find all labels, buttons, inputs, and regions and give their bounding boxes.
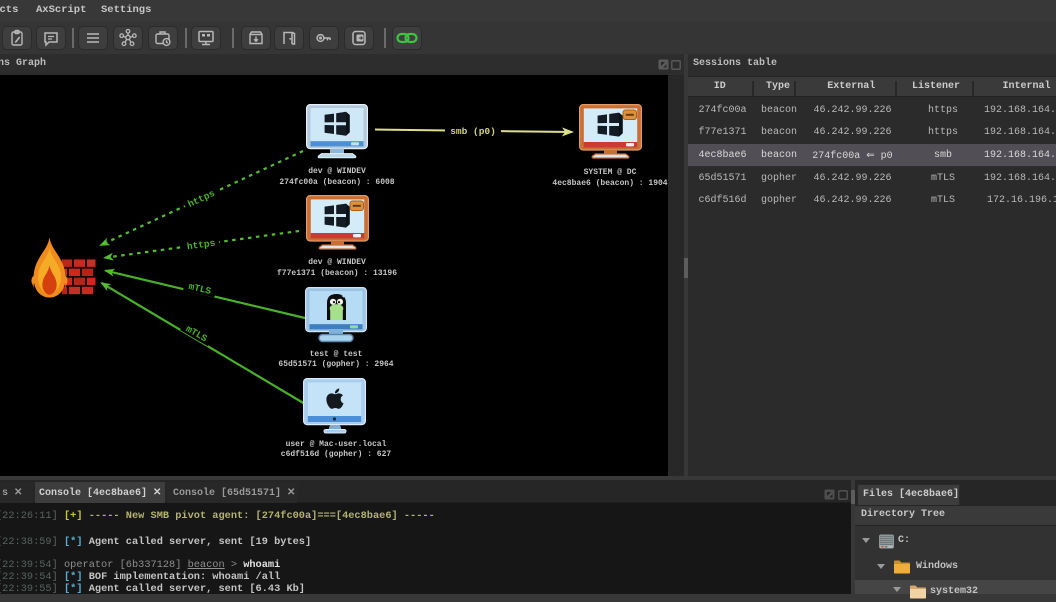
svg-text:user @ Mac-user.local: user @ Mac-user.local — [286, 440, 387, 449]
svg-text:dev @ WINDEV: dev @ WINDEV — [308, 258, 366, 267]
svg-text:mTLS: mTLS — [187, 281, 212, 297]
svg-text:4ec8bae6 (beacon) : 1904: 4ec8bae6 (beacon) : 1904 — [552, 179, 667, 188]
svg-text:SYSTEM @ DC: SYSTEM @ DC — [584, 168, 637, 177]
svg-text:https: https — [186, 188, 217, 210]
svg-text:274fc00a (beacon) : 6008: 274fc00a (beacon) : 6008 — [279, 178, 394, 187]
svg-text:smb (p0): smb (p0) — [450, 126, 496, 137]
svg-text:dev @ WINDEV: dev @ WINDEV — [308, 167, 366, 176]
svg-text:f77e1371 (beacon) : 13196: f77e1371 (beacon) : 13196 — [277, 269, 397, 278]
svg-text:test @ test: test @ test — [310, 350, 363, 359]
svg-text:c6df516d (gopher) : 627: c6df516d (gopher) : 627 — [281, 450, 392, 459]
svg-text:65d51571 (gopher) : 2964: 65d51571 (gopher) : 2964 — [278, 360, 393, 369]
